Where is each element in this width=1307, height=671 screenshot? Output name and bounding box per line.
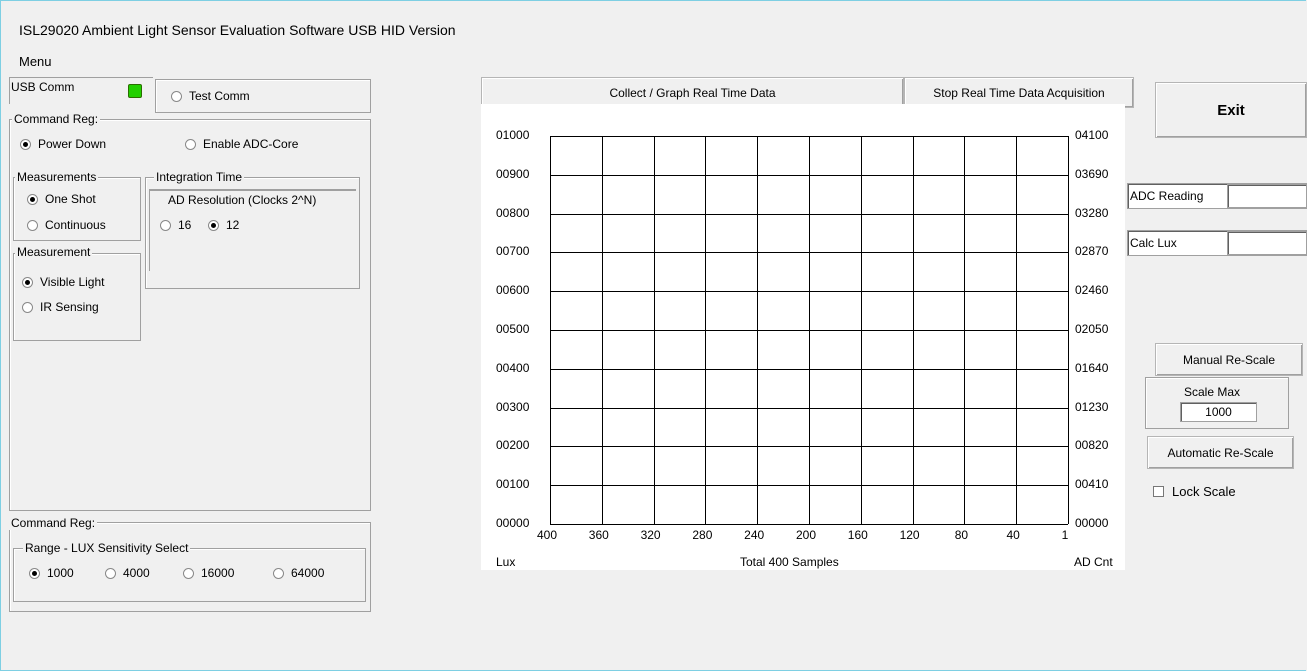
ir-sensing-radio[interactable]: IR Sensing [22,300,99,314]
radio-circle [208,219,219,231]
y-left-tick-label: 00600 [496,283,530,298]
x-tick-label: 320 [640,528,661,542]
usb-comm-label: USB Comm [11,80,75,94]
test-comm-radio[interactable]: Test Comm [171,89,250,103]
continuous-radio[interactable]: Continuous [27,218,106,232]
scale-max-label: Scale Max [1184,385,1241,399]
radio-circle [27,193,38,205]
ad-resolution-title: AD Resolution (Clocks 2^N) [168,193,317,207]
y-left-tick-label: 00300 [496,399,530,414]
y-left-tick-label: 00200 [496,438,530,453]
y-left-tick-label: 00700 [496,244,530,259]
radio-circle [273,567,284,579]
scale-max-input[interactable]: 1000 [1180,402,1257,422]
test-comm-label: Test Comm [189,89,250,103]
usb-status-led [128,84,142,98]
integration-time-legend: Integration Time [154,170,245,184]
resolution-12-radio[interactable]: 12 [208,218,239,232]
exit-button[interactable]: Exit [1155,82,1307,138]
one-shot-label: One Shot [45,192,96,206]
y-right-tick-label: 04100 [1075,128,1109,142]
radio-circle [183,567,194,579]
resolution-16-label: 16 [178,218,192,232]
measurement-group [13,253,141,341]
x-tick-label: 120 [899,528,920,542]
y-left-tick-label: 00900 [496,166,530,181]
y-left-tick-label: 00800 [496,205,530,220]
command-reg-range-legend: Command Reg: [9,516,98,530]
radio-circle [160,219,171,231]
range-64000-radio[interactable]: 64000 [273,566,324,580]
radio-circle [27,219,38,231]
adc-reading-value[interactable] [1227,184,1307,208]
radio-circle [20,138,31,150]
enable-adc-label: Enable ADC-Core [203,137,299,151]
y-right-tick-label: 03280 [1075,205,1109,220]
y-right-tick-label: 01640 [1075,360,1109,375]
radio-circle [22,276,33,288]
y-left-tick-label: 00100 [496,477,530,492]
y-right-tick-label: 00410 [1075,477,1109,492]
range-1000-radio[interactable]: 1000 [29,566,74,580]
command-reg-legend: Command Reg: [12,112,101,126]
x-tick-label: 160 [847,528,868,542]
range-1000-label: 1000 [47,566,74,580]
radio-circle [185,138,196,150]
chart-right-axis-label: AD Cnt [1074,555,1113,569]
chart-x-axis-label: Total 400 Samples [740,555,839,569]
window-title: ISL29020 Ambient Light Sensor Evaluation… [19,22,456,38]
y-right-tick-label: 02460 [1075,283,1109,298]
y-right-tick-label: 02050 [1075,322,1109,336]
power-down-radio[interactable]: Power Down [20,137,106,151]
manual-rescale-button[interactable]: Manual Re-Scale [1155,343,1303,376]
visible-light-radio[interactable]: Visible Light [22,275,105,289]
automatic-rescale-button[interactable]: Automatic Re-Scale [1147,436,1294,469]
measurement-legend: Measurement [15,245,93,259]
x-tick-label: 80 [954,528,969,542]
continuous-label: Continuous [45,218,106,232]
lock-scale-checkbox[interactable]: Lock Scale [1153,484,1236,499]
resolution-12-label: 12 [226,218,240,232]
chart-left-axis-label: Lux [496,555,516,569]
calc-lux-label: Calc Lux [1130,236,1177,250]
x-tick-label: 200 [795,528,817,542]
x-tick-label: 360 [588,528,609,542]
menu-button[interactable]: Menu [19,54,52,69]
range-16000-label: 16000 [201,566,235,580]
x-tick-label: 400 [536,528,558,542]
power-down-label: Power Down [38,137,107,151]
resolution-16-radio[interactable]: 16 [160,218,191,232]
enable-adc-radio[interactable]: Enable ADC-Core [185,137,298,151]
y-left-tick-label: 01000 [496,128,530,142]
y-left-tick-label: 00000 [496,516,530,530]
y-right-tick-label: 00820 [1075,438,1109,453]
x-tick-label: 280 [692,528,713,542]
radio-circle [29,567,40,579]
x-tick-label: 40 [1006,528,1020,542]
range-4000-label: 4000 [123,566,150,580]
range-16000-radio[interactable]: 16000 [183,566,234,580]
chart-grid [550,136,1069,525]
checkbox-box [1153,486,1164,497]
ir-sensing-label: IR Sensing [40,300,99,314]
range-64000-label: 64000 [291,566,325,580]
radio-circle [171,90,182,102]
lock-scale-label: Lock Scale [1172,484,1236,499]
y-right-tick-label: 03690 [1075,166,1109,181]
x-tick-label: 1 [1061,528,1069,542]
y-left-tick-label: 00500 [496,322,530,336]
adc-reading-label: ADC Reading [1130,189,1204,203]
range-4000-radio[interactable]: 4000 [105,566,150,580]
radio-circle [22,301,33,313]
one-shot-radio[interactable]: One Shot [27,192,96,206]
y-left-tick-label: 00400 [496,360,530,375]
radio-circle [105,567,116,579]
x-tick-label: 240 [744,528,765,542]
calc-lux-value[interactable] [1227,231,1307,255]
measurements-legend: Measurements [15,170,99,184]
y-right-tick-label: 01230 [1075,399,1109,414]
visible-light-label: Visible Light [40,275,105,289]
y-right-tick-label: 02870 [1075,244,1109,259]
range-legend: Range - LUX Sensitivity Select [23,541,191,555]
